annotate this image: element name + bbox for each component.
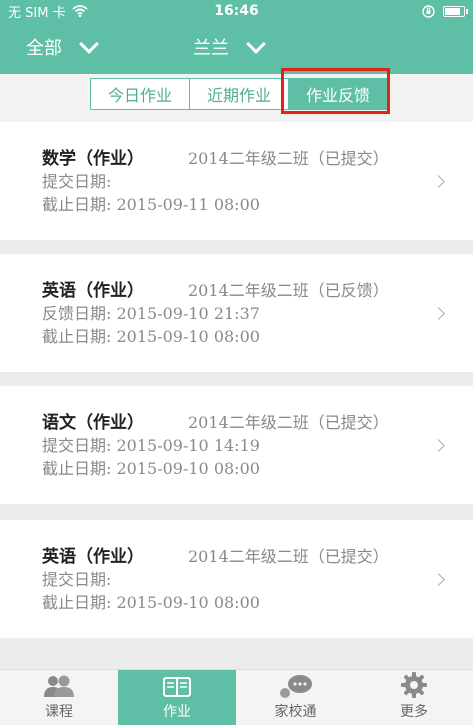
homework-card[interactable]: 英语（作业） 2014二年级二班（已反馈） 反馈日期: 2015-09-10 2…	[0, 254, 473, 372]
student-dropdown[interactable]: 兰兰	[193, 34, 266, 60]
people-icon	[44, 675, 74, 697]
homework-card[interactable]: 语文（作业） 2014二年级二班（已提交） 提交日期: 2015-09-10 1…	[0, 386, 473, 504]
homework-book-icon	[163, 677, 191, 697]
tab-homework[interactable]: 作业	[118, 670, 236, 725]
chevron-down-icon	[246, 34, 266, 54]
card-class-status: 2014二年级二班（已提交）	[188, 547, 389, 566]
card-class-status: 2014二年级二班（已提交）	[188, 413, 389, 432]
card-deadline-line: 截止日期: 2015-09-10 08:00	[42, 593, 260, 612]
tab-more[interactable]: 更多	[355, 670, 473, 725]
homework-card[interactable]: 数学（作业） 2014二年级二班（已提交） 提交日期: 截止日期: 2015-0…	[0, 122, 473, 240]
gear-icon	[401, 672, 427, 698]
card-subject: 语文（作业）	[42, 413, 144, 433]
card-deadline-line: 截止日期: 2015-09-10 08:00	[42, 327, 260, 346]
card-date-line: 提交日期:	[42, 570, 112, 589]
scope-dropdown-label: 全部	[26, 38, 62, 59]
chevron-down-icon	[79, 34, 99, 54]
scope-dropdown[interactable]: 全部	[26, 34, 99, 60]
tab-home-school[interactable]: 家校通	[236, 670, 355, 725]
card-subject: 数学（作业）	[42, 149, 144, 169]
homework-card[interactable]: 英语（作业） 2014二年级二班（已提交） 提交日期: 截止日期: 2015-0…	[0, 520, 473, 638]
app-header: 无 SIM 卡 16:46 全部 兰兰	[0, 0, 473, 74]
tab-label: 家校通	[274, 704, 317, 720]
card-deadline-line: 截止日期: 2015-09-10 08:00	[42, 459, 260, 478]
tab-label: 课程	[45, 704, 73, 720]
card-class-status: 2014二年级二班（已反馈）	[188, 281, 389, 300]
tab-label: 作业	[163, 704, 191, 720]
battery-icon	[443, 5, 468, 17]
homework-segmented-control: 今日作业 近期作业 作业反馈	[90, 78, 388, 110]
card-subject: 英语（作业）	[42, 281, 144, 301]
chat-bubbles-icon	[279, 675, 312, 698]
bottom-tab-bar: 课程 作业 家校通 更多	[0, 669, 473, 725]
card-class-status: 2014二年级二班（已提交）	[188, 149, 389, 168]
card-date-line: 提交日期:	[42, 172, 112, 191]
carrier-label: 无 SIM 卡	[8, 5, 66, 21]
tab-label: 更多	[400, 704, 428, 720]
student-dropdown-label: 兰兰	[193, 38, 229, 59]
segment-recent[interactable]: 近期作业	[190, 79, 289, 109]
segment-feedback[interactable]: 作业反馈	[289, 79, 387, 109]
nav-bar: 全部 兰兰	[0, 22, 473, 74]
orientation-lock-icon	[422, 4, 435, 18]
status-bar: 无 SIM 卡 16:46	[0, 0, 473, 22]
tab-courses[interactable]: 课程	[0, 670, 118, 725]
card-date-line: 提交日期: 2015-09-10 14:19	[42, 436, 260, 455]
segment-area: 今日作业 近期作业 作业反馈	[0, 68, 473, 122]
card-deadline-line: 截止日期: 2015-09-11 08:00	[42, 195, 260, 214]
card-date-line: 反馈日期: 2015-09-10 21:37	[42, 304, 260, 323]
segment-today[interactable]: 今日作业	[91, 79, 190, 109]
wifi-icon	[71, 5, 88, 17]
card-subject: 英语（作业）	[42, 547, 144, 567]
